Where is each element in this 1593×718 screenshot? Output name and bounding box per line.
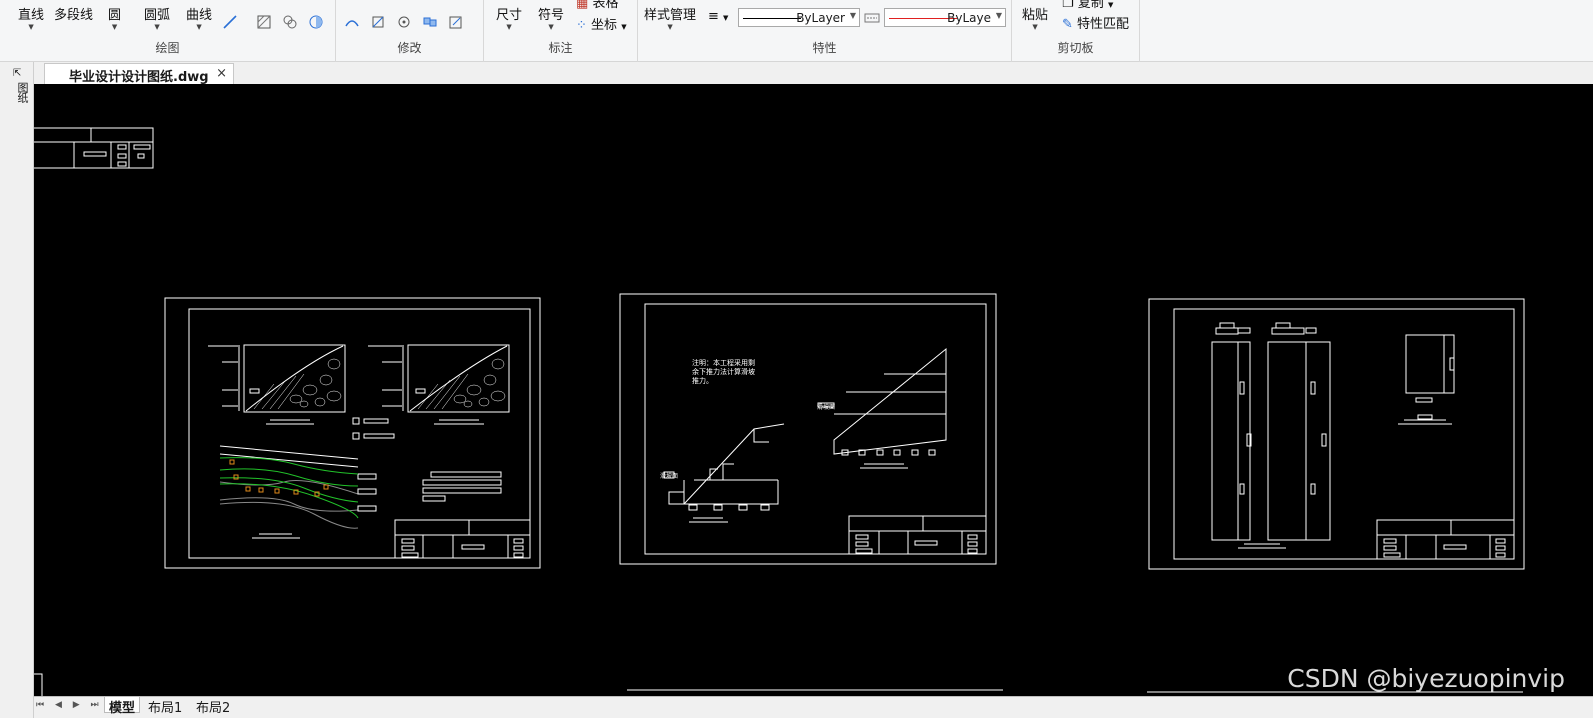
line-button[interactable]: 直线 ▼ bbox=[18, 4, 44, 31]
lineweight-icon: ≡ bbox=[708, 9, 719, 24]
ribbon-group-properties: 样式管理 ▼ ≡ ▼ ByLayer ▼ ByLaye ▼ 特性 bbox=[638, 0, 1012, 62]
match-properties-button[interactable]: ✎ 特性匹配 bbox=[1062, 13, 1129, 32]
table-button[interactable]: ▦ 表格 bbox=[576, 0, 618, 11]
linetype-select[interactable]: ByLayer ▼ bbox=[738, 8, 860, 27]
chevron-down-icon: ▼ bbox=[154, 23, 160, 31]
drawing-sheet-3 bbox=[1148, 298, 1525, 570]
drawing-svg: 注明：本工程采用剩 余下推力法计算滑坡 推力。 滑坡面 滑坡面 bbox=[34, 127, 1525, 696]
copy-button[interactable]: ❐ 复制 ▼ bbox=[1062, 0, 1113, 11]
lower-left-fragment bbox=[34, 673, 43, 696]
linetype-swatch bbox=[743, 18, 801, 19]
chevron-down-icon: ▼ bbox=[506, 23, 512, 31]
ribbon-group-draw: 直线 ▼ 多段线 圆 ▼ 圆弧 ▼ 曲线 ▼ 绘图 bbox=[0, 0, 336, 62]
ribbon-group-clipboard: 粘贴 ▼ ❐ 复制 ▼ ✎ 特性匹配 剪切板 bbox=[1012, 0, 1140, 62]
curve-button[interactable]: 曲线 ▼ bbox=[186, 4, 212, 31]
design-note-line-2: 余下推力法计算滑坡 bbox=[692, 367, 755, 376]
left-side-panel: ⇱ 图纸 bbox=[0, 62, 34, 718]
tab-layout1[interactable]: 布局1 bbox=[144, 697, 186, 716]
watermark-text: CSDN @biyezuopinvip bbox=[1287, 664, 1565, 693]
chevron-down-icon: ▼ bbox=[548, 23, 554, 31]
document-tab[interactable]: 毕业设计设计图纸.dwg × bbox=[44, 63, 234, 85]
chevron-down-icon: ▼ bbox=[111, 23, 118, 31]
drawing-sheet-2 bbox=[619, 293, 997, 565]
hatch-icon[interactable] bbox=[256, 14, 272, 30]
design-note-line-1: 注明：本工程采用剩 bbox=[692, 358, 755, 367]
chevron-down-icon: ▼ bbox=[196, 23, 202, 31]
clipboard-group-label: 剪切板 bbox=[1057, 41, 1094, 55]
drawing-panel-label[interactable]: 图纸 bbox=[12, 82, 29, 102]
document-tab-title: 毕业设计设计图纸.dwg bbox=[69, 70, 209, 85]
panel-pin-icon[interactable]: ⇱ bbox=[13, 68, 21, 79]
chevron-down-icon: ▼ bbox=[667, 23, 673, 31]
tab-navigation-arrows[interactable]: ⏮ ◀ ▶ ⏭ bbox=[36, 700, 103, 710]
copy-icon: ❐ bbox=[1062, 0, 1074, 11]
linetype-icon bbox=[864, 13, 880, 23]
chevron-down-icon: ▼ bbox=[849, 11, 856, 20]
tab-layout2[interactable]: 布局2 bbox=[192, 697, 234, 716]
properties-edit-icon[interactable] bbox=[448, 14, 464, 30]
chevron-down-icon: ▼ bbox=[1107, 1, 1114, 9]
layout-tab-bar: ⏮ ◀ ▶ ⏭ 模型 布局1 布局2 bbox=[34, 696, 1593, 718]
chevron-down-icon: ▼ bbox=[723, 14, 729, 22]
draw-group-label: 绘图 bbox=[155, 41, 180, 55]
brush-icon: ✎ bbox=[1062, 17, 1073, 32]
construction-line-icon[interactable] bbox=[222, 14, 238, 30]
ribbon-group-modify: 修改 bbox=[336, 0, 484, 62]
title-block-fragment bbox=[34, 127, 154, 169]
close-icon[interactable]: × bbox=[216, 66, 227, 81]
annotation-group-label: 标注 bbox=[548, 41, 573, 55]
drawing-canvas[interactable]: 注明：本工程采用剩 余下推力法计算滑坡 推力。 滑坡面 滑坡面 bbox=[34, 84, 1593, 696]
coordinate-button[interactable]: ⁘ 坐标 ▼ bbox=[576, 14, 627, 33]
ribbon: 直线 ▼ 多段线 圆 ▼ 圆弧 ▼ 曲线 ▼ 绘图 修改 尺寸 ▼ 符号 ▼ ▦… bbox=[0, 0, 1593, 62]
design-note-line-3: 推力。 bbox=[692, 376, 713, 385]
document-tab-bar: 毕业设计设计图纸.dwg × bbox=[0, 62, 1593, 85]
polyline-button[interactable]: 多段线 bbox=[54, 4, 93, 23]
symbol-button[interactable]: 符号 ▼ bbox=[538, 4, 564, 31]
color-select[interactable]: ByLaye ▼ bbox=[884, 8, 1006, 27]
stretch-icon[interactable] bbox=[344, 14, 360, 30]
ribbon-group-annotation: 尺寸 ▼ 符号 ▼ ▦ 表格 ⁘ 坐标 ▼ 标注 bbox=[484, 0, 638, 62]
slope-hatch bbox=[253, 358, 506, 410]
tab-model[interactable]: 模型 bbox=[104, 697, 141, 716]
chevron-down-icon: ▼ bbox=[28, 23, 34, 31]
drawing-sheet-1 bbox=[164, 297, 541, 569]
circle-button[interactable]: 圆 ▼ bbox=[108, 4, 121, 31]
arc-button[interactable]: 圆弧 ▼ bbox=[144, 4, 170, 31]
scale-icon[interactable] bbox=[370, 14, 386, 30]
slip-surface-label-a: 滑坡面 bbox=[660, 472, 678, 480]
slip-surface-label-b: 滑坡面 bbox=[817, 403, 835, 411]
chevron-down-icon: ▼ bbox=[621, 23, 627, 31]
paste-button[interactable]: 粘贴 ▼ bbox=[1022, 4, 1048, 31]
style-manager-button[interactable]: 样式管理 ▼ bbox=[644, 4, 696, 31]
rotate-icon[interactable] bbox=[396, 14, 412, 30]
modify-group-label: 修改 bbox=[397, 41, 422, 55]
chevron-down-icon: ▼ bbox=[1032, 23, 1038, 31]
array-icon[interactable] bbox=[422, 14, 438, 30]
lineweight-dropdown[interactable]: ≡ ▼ bbox=[708, 9, 728, 24]
boundary-icon[interactable] bbox=[308, 14, 324, 30]
chevron-down-icon: ▼ bbox=[995, 11, 1002, 20]
table-icon: ▦ bbox=[576, 0, 589, 11]
coordinate-icon: ⁘ bbox=[576, 18, 587, 33]
dimension-button[interactable]: 尺寸 ▼ bbox=[496, 4, 522, 31]
properties-group-label: 特性 bbox=[812, 41, 837, 55]
region-icon[interactable] bbox=[282, 14, 298, 30]
